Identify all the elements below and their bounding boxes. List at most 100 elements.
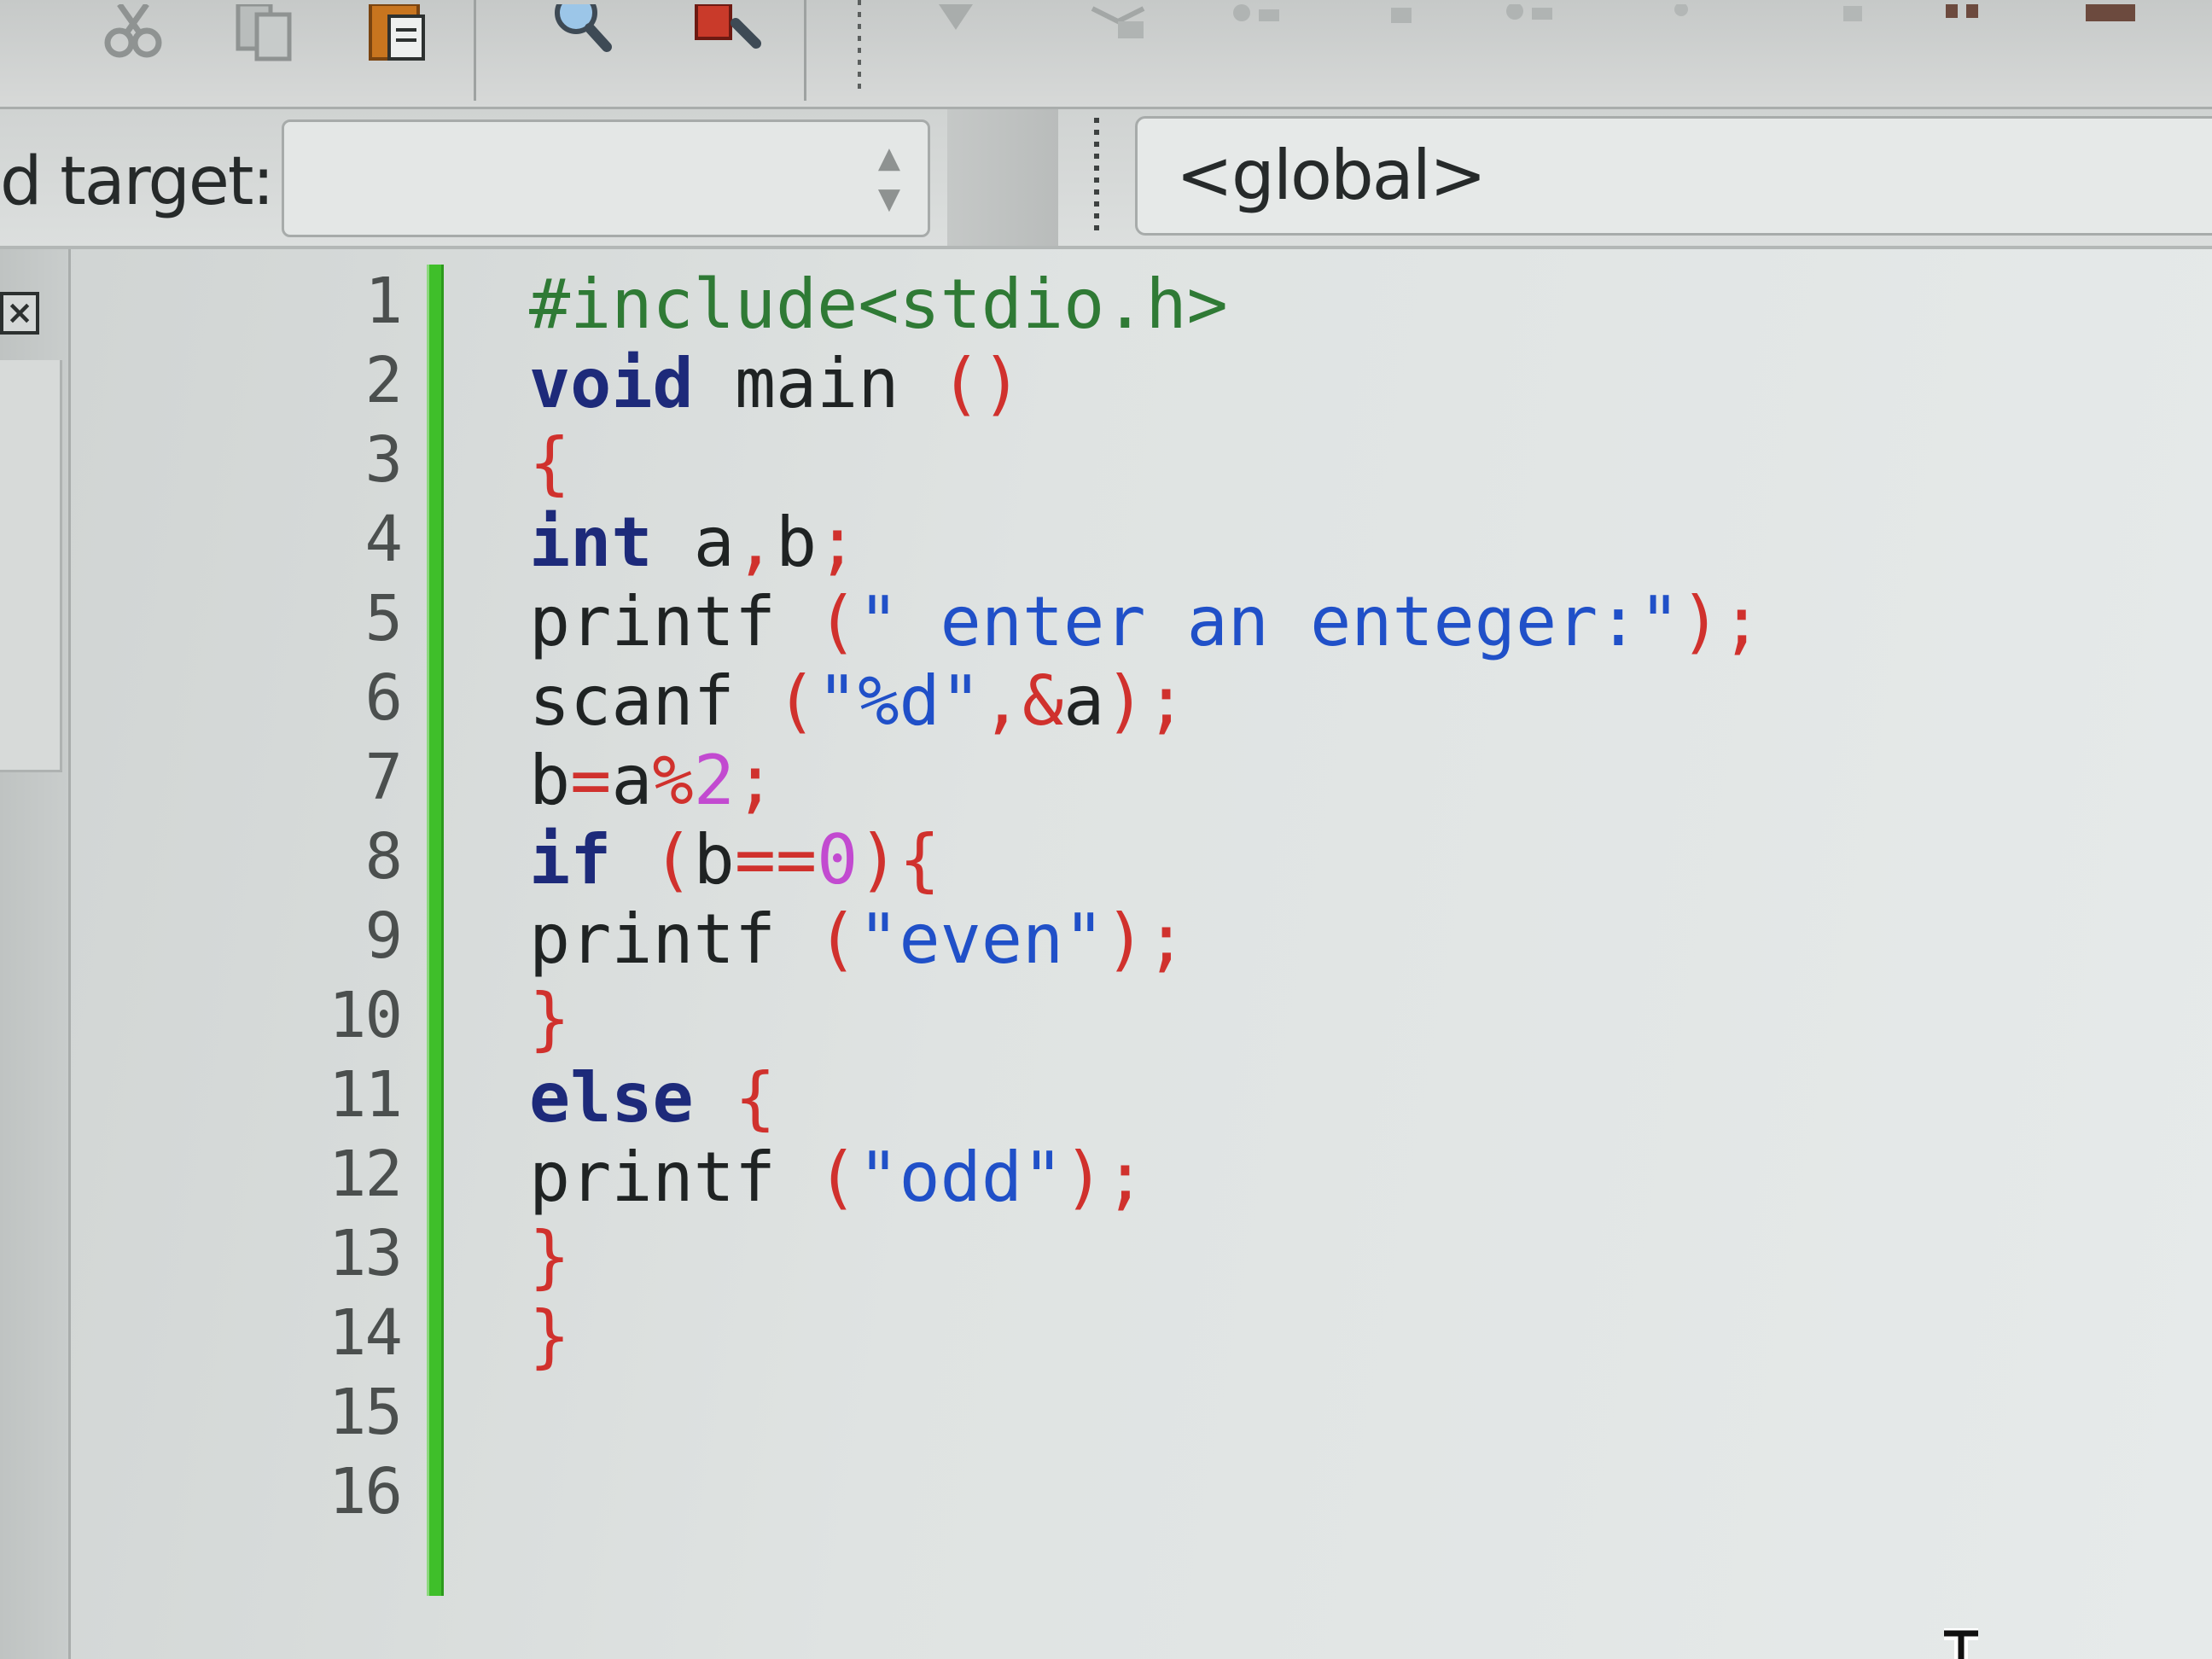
- code-token: (): [940, 344, 1022, 423]
- code-line[interactable]: }: [529, 1296, 1762, 1376]
- stop-icon[interactable]: [2065, 0, 2159, 68]
- code-token: 2: [693, 741, 735, 820]
- code-token: );: [1063, 1138, 1146, 1217]
- management-panel: ×: [0, 249, 71, 1659]
- management-panel-tabs[interactable]: [0, 360, 62, 772]
- code-token: "even": [858, 899, 1105, 979]
- code-token: (: [817, 1138, 859, 1217]
- code-token: 0: [817, 820, 859, 899]
- code-token: %: [652, 741, 694, 820]
- toolbar-grip: [858, 0, 861, 90]
- build-icon[interactable]: [913, 0, 1007, 68]
- code-line[interactable]: printf ("odd");: [529, 1138, 1762, 1217]
- step-icon[interactable]: [1485, 0, 1579, 68]
- code-token: ;: [817, 503, 859, 582]
- code-line[interactable]: {: [529, 423, 1762, 503]
- code-token: b: [529, 741, 571, 820]
- code-token: {: [693, 1058, 776, 1138]
- code-token: void: [529, 344, 694, 423]
- close-icon[interactable]: ×: [0, 292, 39, 335]
- code-line[interactable]: int a,b;: [529, 503, 1762, 582]
- line-number: 2: [364, 344, 403, 417]
- code-token: {: [529, 423, 571, 503]
- find-icon[interactable]: [533, 0, 627, 68]
- debug-icon[interactable]: [1212, 0, 1306, 68]
- code-token: ,&: [981, 661, 1064, 741]
- code-token: (: [611, 820, 694, 899]
- find-replace-icon[interactable]: [683, 0, 777, 68]
- code-line[interactable]: else {: [529, 1058, 1762, 1138]
- line-number: 6: [364, 661, 403, 735]
- line-number: 13: [328, 1217, 403, 1290]
- code-line[interactable]: b=a%2;: [529, 741, 1762, 820]
- code-line[interactable]: [529, 1376, 1762, 1455]
- breakpoint-icon[interactable]: [1357, 0, 1451, 68]
- code-token: printf: [529, 899, 818, 979]
- code-line[interactable]: void main (): [529, 344, 1762, 423]
- text-cursor-icon: [1936, 1627, 1987, 1659]
- code-token: }: [529, 1296, 571, 1376]
- toolbar-grip: [947, 109, 1058, 246]
- code-line[interactable]: [529, 1455, 1762, 1534]
- toolbar-separator: [474, 0, 476, 101]
- code-line[interactable]: printf (" enter an enteger:");: [529, 582, 1762, 661]
- line-number: 15: [328, 1376, 403, 1449]
- code-token: "odd": [858, 1138, 1064, 1217]
- code-text-area[interactable]: #include<stdio.h> void main (){int a,b; pr…: [529, 265, 1762, 1534]
- code-token: );: [1104, 899, 1187, 979]
- code-token: b: [776, 503, 818, 582]
- build-target-bar: d target: ▲ ▼ <global>: [0, 109, 2212, 249]
- code-line[interactable]: if (b==0){: [529, 820, 1762, 899]
- code-token: ==: [734, 820, 818, 899]
- code-token: #include<stdio.h>: [529, 265, 1228, 344]
- code-token: " enter an enteger:": [858, 582, 1680, 661]
- change-bar: [427, 265, 444, 1596]
- code-line[interactable]: #include<stdio.h>: [529, 265, 1762, 344]
- line-number: 10: [328, 979, 403, 1052]
- code-token: =: [570, 741, 612, 820]
- code-token: else: [529, 1058, 694, 1138]
- copy-icon[interactable]: [218, 0, 311, 68]
- code-line[interactable]: }: [529, 1217, 1762, 1296]
- line-number: 3: [364, 423, 403, 497]
- code-line[interactable]: printf ("even");: [529, 899, 1762, 979]
- code-token: );: [1104, 661, 1187, 741]
- code-line[interactable]: scanf ("%d",&a);: [529, 661, 1762, 741]
- scope-value: <global>: [1176, 136, 1487, 215]
- step-out-icon[interactable]: [1792, 0, 1886, 68]
- code-token: (: [817, 899, 859, 979]
- line-number: 1: [364, 265, 403, 338]
- code-token: ,: [734, 503, 776, 582]
- line-number: 14: [328, 1296, 403, 1370]
- scope-dropdown[interactable]: <global>: [1135, 116, 2212, 236]
- pause-icon[interactable]: [1920, 0, 2014, 68]
- paste-icon[interactable]: [350, 0, 444, 68]
- toolbar-separator: [1094, 118, 1099, 237]
- build-target-label: d target:: [0, 143, 275, 220]
- spin-arrows-icon[interactable]: ▲ ▼: [868, 137, 911, 223]
- line-number: 7: [364, 741, 403, 814]
- code-token: ){: [858, 820, 940, 899]
- code-editor[interactable]: 1 2 3 4 5 6 7 8 9 10 11 12 13 14 15 16 #include<stdio.h…: [85, 256, 2212, 1659]
- build-target-dropdown[interactable]: ▲ ▼: [282, 119, 930, 237]
- line-number-gutter: 1 2 3 4 5 6 7 8 9 10 11 12 13 14 15 16: [85, 256, 452, 1659]
- main-toolbar: [0, 0, 2212, 109]
- code-token: b: [693, 820, 735, 899]
- code-line[interactable]: }: [529, 979, 1762, 1058]
- code-token: printf: [529, 1138, 818, 1217]
- code-token: main: [693, 344, 940, 423]
- cut-icon[interactable]: [85, 0, 179, 68]
- line-number: 5: [364, 582, 403, 655]
- line-number: 4: [364, 503, 403, 576]
- code-token: a: [652, 503, 735, 582]
- line-number: 9: [364, 899, 403, 973]
- code-token: int: [529, 503, 653, 582]
- line-number: 12: [328, 1138, 403, 1211]
- run-icon[interactable]: [1075, 0, 1169, 68]
- code-token: ;: [734, 741, 777, 820]
- code-token: "%d": [817, 661, 981, 741]
- code-token: scanf: [529, 661, 776, 741]
- code-token: a: [611, 741, 653, 820]
- code-token: a: [1063, 661, 1105, 741]
- step-into-icon[interactable]: [1647, 0, 1741, 68]
